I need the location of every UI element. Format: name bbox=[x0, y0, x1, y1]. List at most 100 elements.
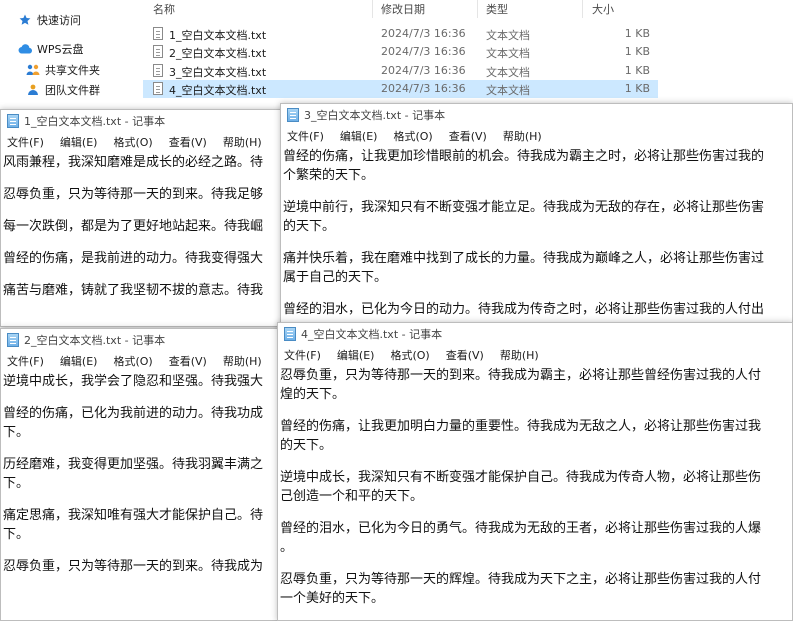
file-name: 1_空白文本文档.txt bbox=[169, 29, 267, 42]
text-file-icon bbox=[153, 45, 163, 58]
nav-item-wps-cloud[interactable]: WPS云盘 bbox=[18, 39, 84, 59]
file-row[interactable]: 1_空白文本文档.txt 2024/7/3 16:36 文本文档 1 KB bbox=[143, 25, 658, 43]
file-explorer: 快速访问 WPS云盘 共享文件夹 团队文件群 名称 修改日期 类型 大小 1_空… bbox=[0, 0, 793, 105]
text-paragraph: 历经磨难，我变得更加坚强。待我羽翼丰满之 下。 bbox=[3, 457, 264, 491]
title-bar[interactable]: 3_空白文本文档.txt - 记事本 bbox=[281, 104, 792, 126]
file-size: 1 KB bbox=[624, 27, 650, 40]
menu-view[interactable]: 查看(V) bbox=[449, 128, 487, 144]
nav-item-shared-folder[interactable]: 共享文件夹 bbox=[26, 60, 100, 80]
menu-edit[interactable]: 编辑(E) bbox=[337, 347, 375, 363]
title-bar[interactable]: 1_空白文本文档.txt - 记事本 bbox=[1, 110, 299, 132]
menu-bar: 文件(F) 编辑(E) 格式(O) 查看(V) 帮助(H) bbox=[1, 132, 299, 152]
notepad-icon bbox=[7, 114, 19, 128]
file-date: 2024/7/3 16:36 bbox=[381, 82, 466, 95]
file-name: 2_空白文本文档.txt bbox=[169, 47, 267, 60]
menu-format[interactable]: 格式(O) bbox=[390, 347, 429, 363]
menu-help[interactable]: 帮助(H) bbox=[503, 128, 542, 144]
text-paragraph: 逆境中成长，我学会了隐忍和坚强。待我强大 bbox=[3, 374, 264, 389]
menu-edit[interactable]: 编辑(E) bbox=[340, 128, 378, 144]
file-date: 2024/7/3 16:36 bbox=[381, 27, 466, 40]
text-area[interactable]: 忍辱负重，只为等待那一天的到来。待我成为霸主，必将让那些曾经伤害过我的人付 煌的… bbox=[278, 366, 792, 620]
window-title: 2_空白文本文档.txt - 记事本 bbox=[24, 334, 166, 347]
menu-view[interactable]: 查看(V) bbox=[169, 134, 207, 150]
team-icon bbox=[26, 83, 40, 97]
column-header-date[interactable]: 修改日期 bbox=[381, 1, 425, 17]
notepad-icon bbox=[287, 108, 299, 122]
text-paragraph: 忍辱负重，只为等待那一天的到来。待我成为 bbox=[3, 559, 264, 574]
nav-item-label: WPS云盘 bbox=[37, 43, 84, 56]
notepad-window-1[interactable]: 1_空白文本文档.txt - 记事本 文件(F) 编辑(E) 格式(O) 查看(… bbox=[0, 109, 300, 327]
file-size: 1 KB bbox=[624, 64, 650, 77]
menu-help[interactable]: 帮助(H) bbox=[223, 134, 262, 150]
column-header-name[interactable]: 名称 bbox=[153, 1, 175, 17]
file-row-selected[interactable]: 4_空白文本文档.txt 2024/7/3 16:36 文本文档 1 KB bbox=[143, 80, 658, 98]
text-paragraph: 曾经的泪水，已化为今日的动力。待我成为传奇之时，必将让那些伤害过我的人付出 bbox=[283, 302, 765, 317]
text-paragraph: 痛定思痛，我深知唯有强大才能保护自己。待 下。 bbox=[3, 508, 264, 542]
menu-help[interactable]: 帮助(H) bbox=[223, 353, 262, 369]
file-row[interactable]: 3_空白文本文档.txt 2024/7/3 16:36 文本文档 1 KB bbox=[143, 62, 658, 80]
text-paragraph: 逆境中成长，我深知只有不断变强才能保护自己。待我成为传奇人物，必将让那些伤 己创… bbox=[280, 470, 762, 504]
menu-file[interactable]: 文件(F) bbox=[7, 134, 44, 150]
star-icon bbox=[18, 13, 32, 27]
navigation-pane: 快速访问 WPS云盘 共享文件夹 团队文件群 bbox=[0, 0, 138, 105]
menu-file[interactable]: 文件(F) bbox=[287, 128, 324, 144]
menu-edit[interactable]: 编辑(E) bbox=[60, 134, 98, 150]
menu-view[interactable]: 查看(V) bbox=[446, 347, 484, 363]
file-type: 文本文档 bbox=[486, 47, 530, 60]
nav-item-label: 快速访问 bbox=[37, 14, 81, 27]
text-paragraph: 曾经的泪水，已化为今日的勇气。待我成为无敌的王者，必将让那些伤害过我的人爆 。 bbox=[280, 521, 762, 555]
file-name: 4_空白文本文档.txt bbox=[169, 84, 267, 97]
window-title: 3_空白文本文档.txt - 记事本 bbox=[304, 109, 446, 122]
menu-file[interactable]: 文件(F) bbox=[284, 347, 321, 363]
file-size: 1 KB bbox=[624, 82, 650, 95]
file-type: 文本文档 bbox=[486, 84, 530, 97]
notepad-window-2[interactable]: 2_空白文本文档.txt - 记事本 文件(F) 编辑(E) 格式(O) 查看(… bbox=[0, 328, 300, 621]
file-type: 文本文档 bbox=[486, 29, 530, 42]
nav-item-label: 共享文件夹 bbox=[45, 64, 100, 77]
file-size: 1 KB bbox=[624, 45, 650, 58]
text-paragraph: 忍辱负重，只为等待那一天的到来。待我成为霸主，必将让那些曾经伤害过我的人付 煌的… bbox=[280, 368, 762, 402]
people-icon bbox=[26, 63, 40, 77]
notepad-window-3[interactable]: 3_空白文本文档.txt - 记事本 文件(F) 编辑(E) 格式(O) 查看(… bbox=[280, 103, 793, 328]
text-paragraph: 痛苦与磨难，铸就了我坚韧不拔的意志。待我 bbox=[3, 283, 264, 298]
text-paragraph: 曾经的伤痛，让我更加明白力量的重要性。待我成为无敌之人，必将让那些伤害过我 的天… bbox=[280, 419, 762, 453]
column-header-size[interactable]: 大小 bbox=[592, 1, 614, 17]
text-paragraph: 曾经的伤痛，是我前进的动力。待我变得强大 bbox=[3, 251, 264, 266]
file-row[interactable]: 2_空白文本文档.txt 2024/7/3 16:36 文本文档 1 KB bbox=[143, 43, 658, 61]
text-paragraph: 曾经的伤痛，让我更加珍惜眼前的机会。待我成为霸主之时，必将让那些伤害过我的 个繁… bbox=[283, 149, 765, 183]
notepad-icon bbox=[7, 333, 19, 347]
file-name: 3_空白文本文档.txt bbox=[169, 66, 267, 79]
file-date: 2024/7/3 16:36 bbox=[381, 64, 466, 77]
title-bar[interactable]: 2_空白文本文档.txt - 记事本 bbox=[1, 329, 299, 351]
text-paragraph: 曾经的伤痛，已化为我前进的动力。待我功成 下。 bbox=[3, 406, 264, 440]
nav-item-quick-access[interactable]: 快速访问 bbox=[18, 10, 81, 30]
window-title: 4_空白文本文档.txt - 记事本 bbox=[301, 328, 443, 341]
cloud-icon bbox=[18, 42, 32, 56]
nav-item-team-group[interactable]: 团队文件群 bbox=[26, 80, 100, 100]
text-file-icon bbox=[153, 64, 163, 77]
menu-bar: 文件(F) 编辑(E) 格式(O) 查看(V) 帮助(H) bbox=[1, 351, 299, 371]
column-header-type[interactable]: 类型 bbox=[486, 1, 508, 17]
text-paragraph: 风雨兼程，我深知磨难是成长的必经之路。待 bbox=[3, 155, 264, 170]
menu-bar: 文件(F) 编辑(E) 格式(O) 查看(V) 帮助(H) bbox=[281, 126, 792, 146]
menu-bar: 文件(F) 编辑(E) 格式(O) 查看(V) 帮助(H) bbox=[278, 345, 792, 365]
title-bar[interactable]: 4_空白文本文档.txt - 记事本 bbox=[278, 323, 792, 345]
menu-edit[interactable]: 编辑(E) bbox=[60, 353, 98, 369]
nav-item-label: 团队文件群 bbox=[45, 84, 100, 97]
text-area[interactable]: 曾经的伤痛，让我更加珍惜眼前的机会。待我成为霸主之时，必将让那些伤害过我的 个繁… bbox=[281, 147, 792, 327]
file-list-header: 名称 修改日期 类型 大小 bbox=[143, 0, 658, 18]
file-type: 文本文档 bbox=[486, 66, 530, 79]
menu-format[interactable]: 格式(O) bbox=[113, 353, 152, 369]
file-date: 2024/7/3 16:36 bbox=[381, 45, 466, 58]
text-area[interactable]: 风雨兼程，我深知磨难是成长的必经之路。待 忍辱负重，只为等待那一天的到来。待我足… bbox=[1, 153, 299, 326]
text-paragraph: 每一次跌倒，都是为了更好地站起来。待我崛 bbox=[3, 219, 264, 234]
menu-format[interactable]: 格式(O) bbox=[113, 134, 152, 150]
text-area[interactable]: 逆境中成长，我学会了隐忍和坚强。待我强大 曾经的伤痛，已化为我前进的动力。待我功… bbox=[1, 372, 299, 620]
menu-help[interactable]: 帮助(H) bbox=[500, 347, 539, 363]
text-paragraph: 痛并快乐着，我在磨难中找到了成长的力量。待我成为巅峰之人，必将让那些伤害过 属于… bbox=[283, 251, 765, 285]
menu-format[interactable]: 格式(O) bbox=[393, 128, 432, 144]
menu-file[interactable]: 文件(F) bbox=[7, 353, 44, 369]
menu-view[interactable]: 查看(V) bbox=[169, 353, 207, 369]
text-file-icon bbox=[153, 82, 163, 95]
notepad-window-4[interactable]: 4_空白文本文档.txt - 记事本 文件(F) 编辑(E) 格式(O) 查看(… bbox=[277, 322, 793, 621]
